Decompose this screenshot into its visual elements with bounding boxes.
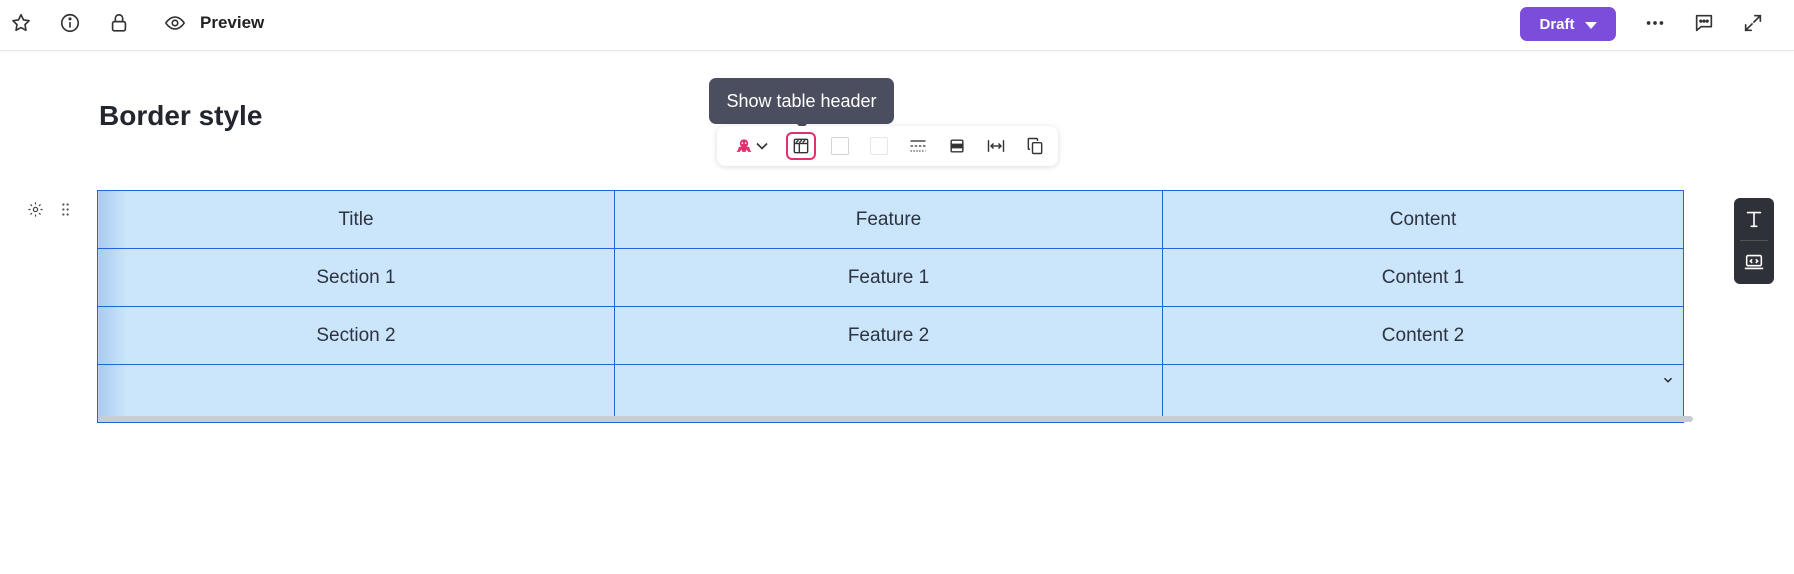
border-color-swatch[interactable] <box>826 133 854 159</box>
eye-icon[interactable] <box>162 10 188 36</box>
horizontal-scrollbar[interactable] <box>99 416 1693 422</box>
table-cell[interactable]: Feature 2 <box>614 306 1163 365</box>
text-icon[interactable] <box>1734 198 1774 240</box>
chevron-down-icon[interactable] <box>751 133 773 159</box>
table-header-icon[interactable] <box>786 132 816 160</box>
table-cell[interactable] <box>614 364 1163 423</box>
table-cell[interactable]: Content 1 <box>1162 248 1684 307</box>
draft-status-button[interactable]: Draft <box>1520 7 1616 41</box>
table-cell[interactable]: Section 2 <box>97 306 615 365</box>
fill-color-swatch[interactable] <box>865 133 893 159</box>
more-icon[interactable] <box>1642 10 1668 36</box>
top-bar: Preview Draft <box>0 0 1794 51</box>
draft-label: Draft <box>1539 15 1575 33</box>
drag-handle-icon[interactable] <box>56 200 74 218</box>
table-cell[interactable] <box>97 364 615 423</box>
gear-icon[interactable] <box>26 200 44 218</box>
table-cell[interactable]: Content 2 <box>1162 306 1684 365</box>
lock-icon[interactable] <box>106 10 132 36</box>
table-cell[interactable]: Feature 1 <box>614 248 1163 307</box>
data-table: Title Feature Content Section 1 Feature … <box>97 190 1684 423</box>
embed-icon[interactable] <box>1734 241 1774 283</box>
table-row: Section 2 Feature 2 Content 2 <box>97 306 1684 365</box>
comment-icon[interactable] <box>1691 10 1717 36</box>
star-icon[interactable] <box>8 10 34 36</box>
table-block: Title Feature Content Section 1 Feature … <box>97 190 1684 423</box>
page-title: Border style <box>99 100 263 131</box>
caret-down-icon <box>1584 21 1597 29</box>
table-cell[interactable]: Feature <box>614 190 1163 249</box>
info-icon[interactable] <box>57 10 83 36</box>
expand-icon[interactable] <box>1740 10 1766 36</box>
cell-menu-chevron-icon[interactable] <box>1661 373 1675 387</box>
table-cell[interactable]: Section 1 <box>97 248 615 307</box>
table-cell[interactable]: Title <box>97 190 615 249</box>
table-row: Section 1 Feature 1 Content 1 <box>97 248 1684 307</box>
table-toolbar <box>717 126 1058 166</box>
row-height-icon[interactable] <box>943 133 971 159</box>
insert-side-panel <box>1734 198 1774 284</box>
table-row <box>97 364 1684 423</box>
border-style-icon[interactable] <box>904 133 932 159</box>
fit-width-icon[interactable] <box>982 133 1010 159</box>
table-cell[interactable] <box>1162 364 1684 423</box>
table-cell[interactable]: Content <box>1162 190 1684 249</box>
tooltip: Show table header <box>709 78 894 124</box>
copy-icon[interactable] <box>1021 133 1049 159</box>
table-row: Title Feature Content <box>97 190 1684 249</box>
preview-button[interactable]: Preview <box>200 13 264 33</box>
